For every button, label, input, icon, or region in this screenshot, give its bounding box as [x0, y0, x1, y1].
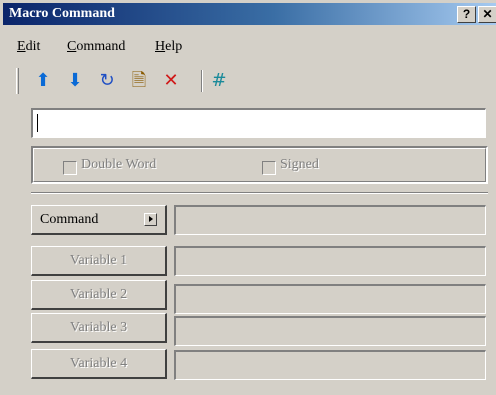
command-field[interactable]	[174, 205, 486, 235]
signed-label: Signed	[280, 157, 319, 172]
close-button[interactable]: ✕	[478, 6, 496, 23]
macro-command-window: Macro Command ? ✕ Edit Command Help ⬆ ⬇ …	[0, 0, 496, 395]
variable-1-button[interactable]: Variable 1	[31, 246, 167, 276]
toolbar-grip[interactable]	[16, 68, 19, 94]
move-up-icon[interactable]: ⬆	[32, 70, 54, 92]
command-button-label: Command	[40, 212, 99, 227]
move-down-icon[interactable]: ⬇	[64, 70, 86, 92]
variable-4-button[interactable]: Variable 4	[31, 349, 167, 379]
title-bar[interactable]: Macro Command ? ✕	[3, 3, 496, 25]
double-word-label: Double Word	[81, 157, 157, 172]
menu-edit[interactable]: Edit	[17, 39, 40, 55]
toolbar-separator	[201, 70, 203, 92]
menu-help[interactable]: Help	[155, 39, 182, 55]
variable-2-field[interactable]	[174, 284, 486, 314]
help-button[interactable]: ?	[457, 6, 476, 23]
refresh-icon[interactable]: ↻	[96, 70, 118, 92]
variable-1-field[interactable]	[174, 246, 486, 276]
variable-4-field[interactable]	[174, 350, 486, 380]
menu-command[interactable]: Command	[67, 39, 125, 55]
variable-2-button[interactable]: Variable 2	[31, 280, 167, 310]
text-caret	[37, 114, 38, 132]
signed-checkbox[interactable]	[262, 161, 276, 175]
delete-icon[interactable]: ✕	[160, 70, 182, 92]
command-text-input[interactable]	[31, 108, 486, 138]
command-arrow-icon[interactable]	[144, 213, 157, 226]
variable-3-field[interactable]	[174, 316, 486, 346]
divider	[31, 192, 488, 194]
window-title: Macro Command	[9, 6, 115, 21]
hash-icon[interactable]: #	[208, 70, 230, 92]
variable-3-button[interactable]: Variable 3	[31, 313, 167, 343]
double-word-checkbox[interactable]	[63, 161, 77, 175]
edit-document-icon[interactable]: 🗎	[128, 70, 150, 92]
